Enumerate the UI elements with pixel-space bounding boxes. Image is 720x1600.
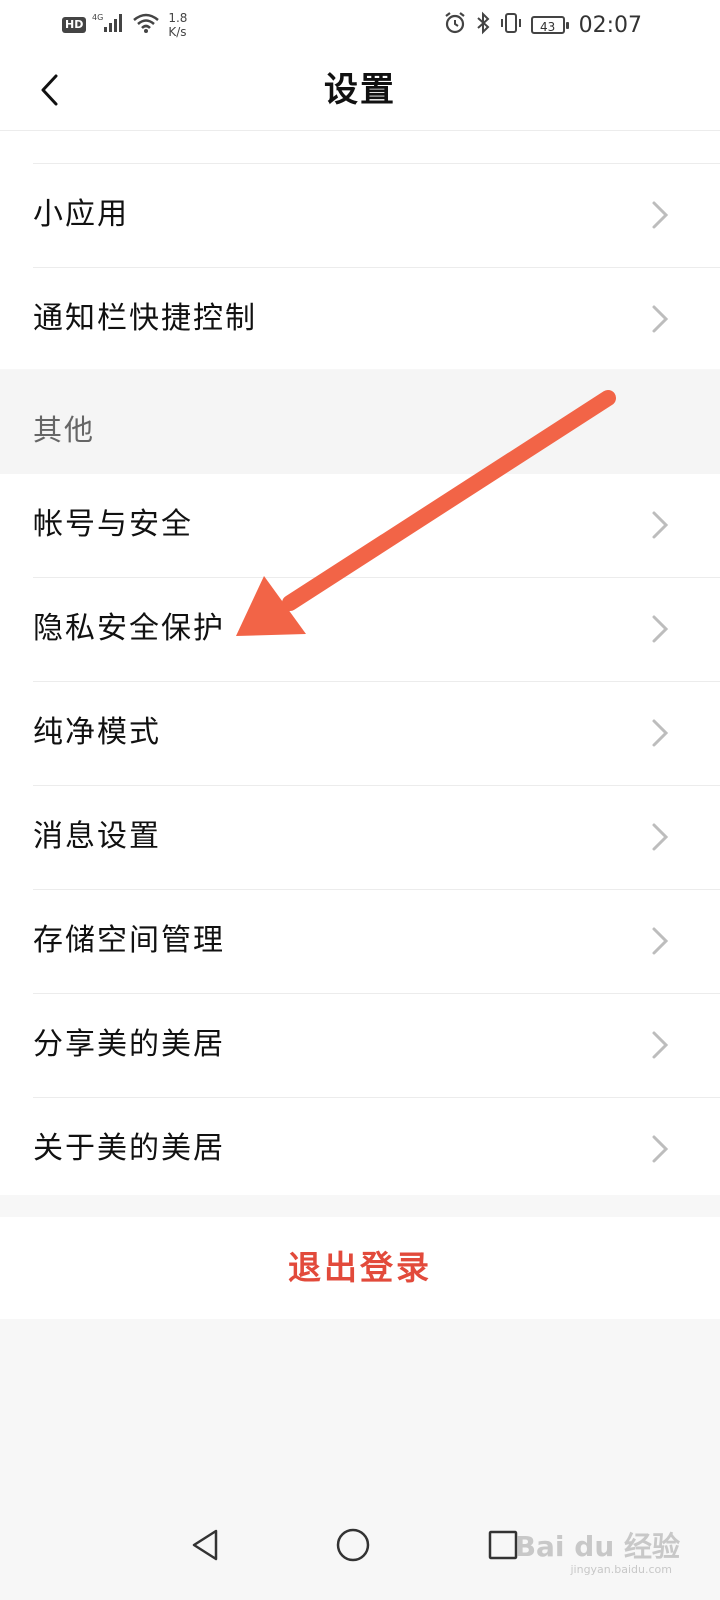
chevron-right-icon	[652, 1031, 669, 1059]
settings-item-share-app[interactable]: 分享美的美居	[33, 994, 720, 1098]
watermark-url: jingyan.baidu.com	[570, 1563, 672, 1576]
chevron-right-icon	[652, 1135, 669, 1163]
settings-item-label: 关于美的美居	[33, 1131, 225, 1166]
speed-value: 1.8	[168, 11, 188, 25]
chevron-right-icon	[652, 927, 669, 955]
circle-home-icon	[336, 1528, 370, 1562]
network-speed: 1.8 K/s	[168, 11, 187, 39]
hd-badge: HD	[62, 17, 87, 33]
chevron-right-icon	[652, 719, 669, 747]
system-back-button[interactable]	[180, 1520, 230, 1570]
status-left: HD 4G 1.8 K/s	[62, 8, 187, 42]
top-settings-section: 小应用 通知栏快捷控制	[0, 131, 720, 369]
section-header-label: 其他	[33, 413, 96, 447]
scrolled-row-remnant	[33, 131, 720, 164]
section-header-other: 其他	[0, 370, 720, 474]
status-bar: HD 4G 1.8 K/s 43 02:07	[0, 0, 720, 50]
chevron-right-icon	[652, 823, 669, 851]
top-bar: 设置	[0, 50, 720, 131]
other-settings-section: 帐号与安全 隐私安全保护 纯净模式 消息设置 存储空间管理 分享美的美居 关于美…	[0, 474, 720, 1195]
chevron-right-icon	[652, 305, 669, 333]
settings-item-notification-shortcuts[interactable]: 通知栏快捷控制	[33, 268, 720, 371]
clock: 02:07	[578, 12, 642, 38]
logout-button[interactable]: 退出登录	[0, 1217, 720, 1319]
settings-item-privacy-protection[interactable]: 隐私安全保护	[33, 578, 720, 682]
watermark-logo: Bai du 经验	[514, 1530, 680, 1563]
settings-item-label: 存储空间管理	[33, 923, 225, 958]
settings-item-pure-mode[interactable]: 纯净模式	[33, 682, 720, 786]
settings-item-label: 帐号与安全	[33, 507, 193, 542]
settings-item-mini-apps[interactable]: 小应用	[33, 164, 720, 268]
settings-item-label: 消息设置	[33, 819, 161, 854]
logout-label: 退出登录	[288, 1248, 432, 1287]
chevron-right-icon	[652, 201, 669, 229]
settings-item-message-settings[interactable]: 消息设置	[33, 786, 720, 890]
triangle-back-icon	[192, 1529, 218, 1561]
chevron-right-icon	[652, 511, 669, 539]
battery-icon: 43	[530, 16, 569, 34]
chevron-right-icon	[652, 615, 669, 643]
vibrate-icon	[499, 11, 523, 39]
signal-icon: 4G	[92, 12, 126, 38]
settings-item-about[interactable]: 关于美的美居	[33, 1098, 720, 1201]
status-right: 43 02:07	[443, 8, 642, 42]
settings-item-label: 小应用	[33, 197, 129, 232]
page-title: 设置	[324, 70, 396, 110]
speed-unit: K/s	[168, 25, 187, 39]
settings-item-label: 隐私安全保护	[33, 611, 225, 646]
bluetooth-icon	[475, 11, 491, 39]
alarm-icon	[443, 11, 467, 39]
settings-item-account-security[interactable]: 帐号与安全	[33, 474, 720, 578]
settings-item-label: 分享美的美居	[33, 1027, 225, 1062]
network-type: 4G	[92, 13, 103, 22]
settings-item-label: 纯净模式	[33, 715, 161, 750]
system-home-button[interactable]	[328, 1520, 378, 1570]
settings-item-storage[interactable]: 存储空间管理	[33, 890, 720, 994]
settings-item-label: 通知栏快捷控制	[33, 301, 257, 336]
wifi-icon	[132, 12, 160, 38]
